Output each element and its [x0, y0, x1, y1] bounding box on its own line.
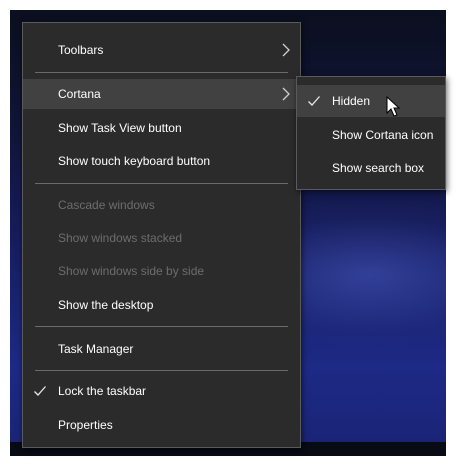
mouse-pointer-icon: [386, 96, 401, 117]
menu-item-label: Show windows side by side: [58, 264, 205, 278]
chevron-right-icon: [282, 87, 290, 101]
submenu-item-hidden[interactable]: Hidden: [297, 85, 445, 117]
menu-item-label: Show the desktop: [58, 298, 154, 312]
submenu-item-show-search-box[interactable]: Show search box: [297, 152, 445, 184]
menu-item-label: Show touch keyboard button: [58, 154, 211, 168]
menu-separator: [35, 183, 288, 184]
submenu-item-label: Show search box: [332, 161, 425, 175]
menu-separator: [35, 72, 288, 73]
menu-item-cascade-windows: Cascade windows: [23, 190, 300, 220]
submenu-item-show-cortana-icon[interactable]: Show Cortana icon: [297, 119, 445, 151]
menu-item-label: Toolbars: [58, 43, 104, 57]
menu-item-label: Show windows stacked: [58, 231, 183, 245]
menu-item-task-manager[interactable]: Task Manager: [23, 334, 300, 364]
chevron-right-icon: [282, 43, 290, 57]
menu-item-show-windows-stacked: Show windows stacked: [23, 223, 300, 253]
menu-item-show-the-desktop[interactable]: Show the desktop: [23, 290, 300, 320]
menu-item-label: Lock the taskbar: [58, 384, 147, 398]
cortana-submenu: Hidden Show Cortana icon Show search box: [296, 76, 446, 190]
menu-item-toolbars[interactable]: Toolbars: [23, 35, 300, 65]
menu-item-label: Properties: [58, 418, 113, 432]
menu-item-show-windows-side-by-side: Show windows side by side: [23, 256, 300, 286]
submenu-item-label: Show Cortana icon: [332, 128, 434, 142]
menu-item-label: Cascade windows: [58, 198, 155, 212]
menu-item-label: Cortana: [58, 87, 101, 101]
menu-separator: [35, 370, 288, 371]
submenu-item-label: Hidden: [332, 94, 371, 108]
checkmark-icon: [308, 96, 320, 106]
menu-item-show-touch-keyboard-button[interactable]: Show touch keyboard button: [23, 146, 300, 176]
menu-item-properties[interactable]: Properties: [23, 410, 300, 440]
menu-item-label: Task Manager: [58, 342, 134, 356]
menu-item-show-task-view-button[interactable]: Show Task View button: [23, 113, 300, 143]
menu-item-label: Show Task View button: [58, 121, 182, 135]
checkmark-icon: [34, 386, 46, 396]
menu-separator: [35, 326, 288, 327]
taskbar-context-menu: Toolbars Cortana Show Task View button S…: [22, 22, 301, 448]
menu-item-lock-the-taskbar[interactable]: Lock the taskbar: [23, 376, 300, 406]
menu-item-cortana[interactable]: Cortana: [23, 79, 300, 109]
